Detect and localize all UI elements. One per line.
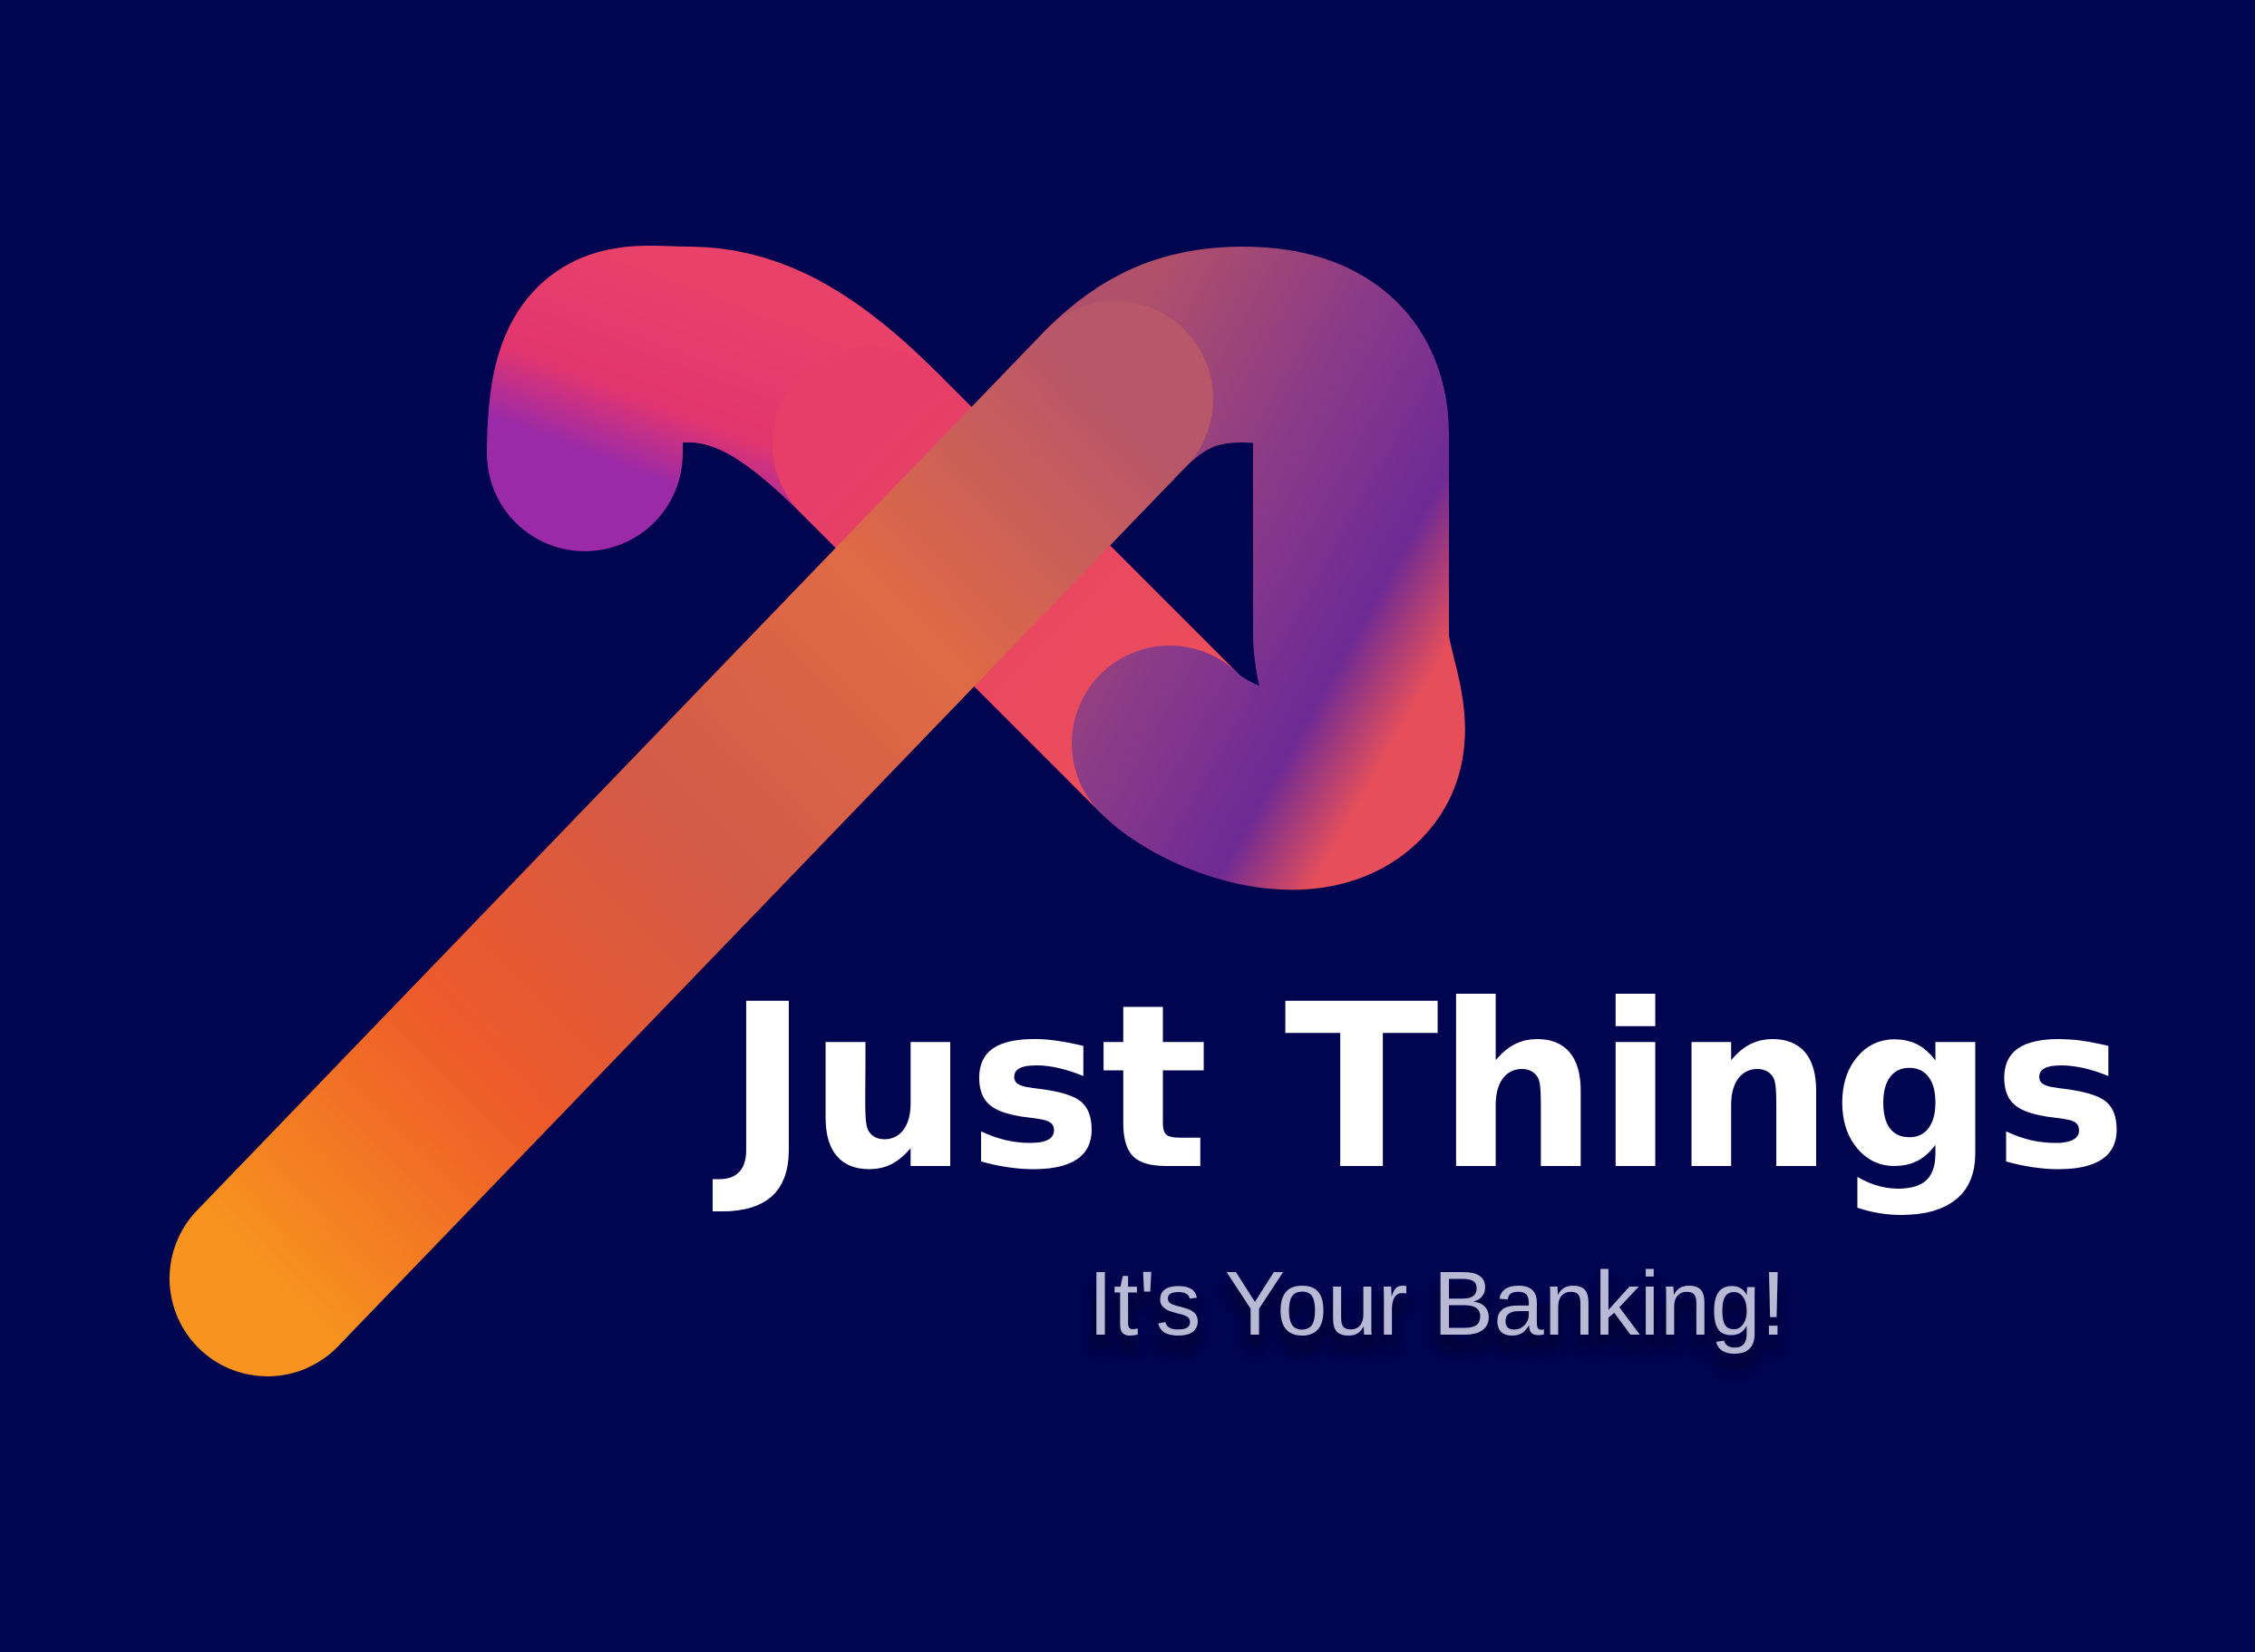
brand-name: Just Things	[725, 956, 2127, 1220]
brand-tagline: It's Your Banking!	[1088, 1253, 1786, 1355]
infinity-ribbon-icon	[170, 246, 1465, 1376]
logo-canvas: Just Things It's Your Banking!	[0, 0, 2255, 1652]
